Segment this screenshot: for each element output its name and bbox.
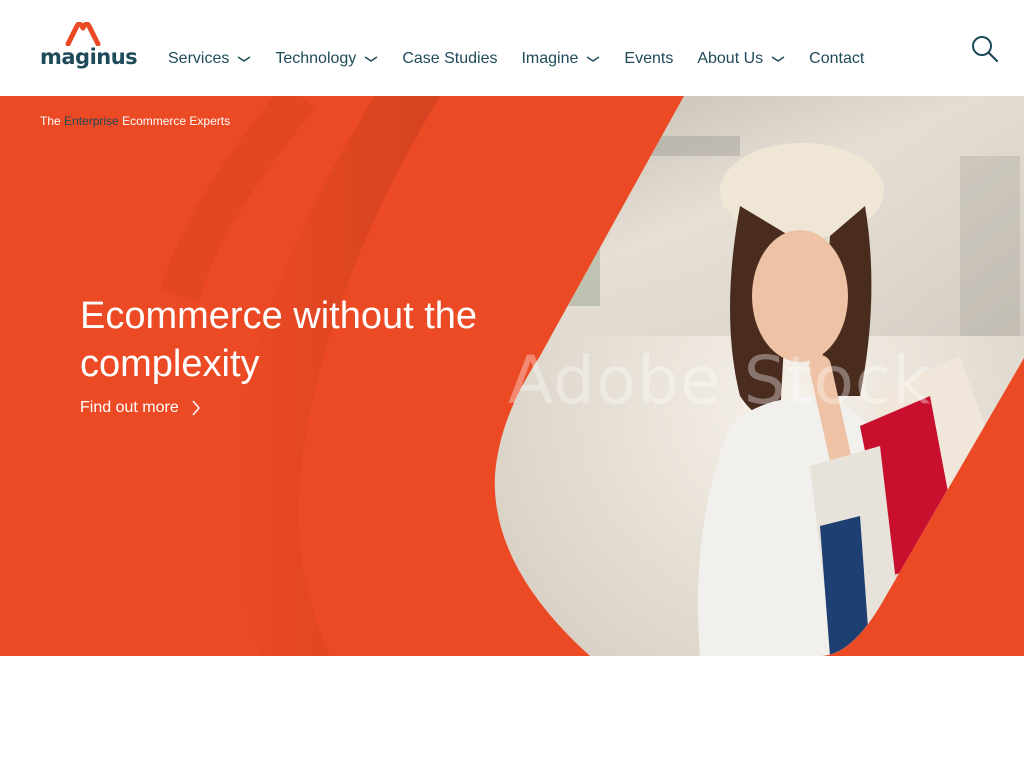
content-area — [0, 656, 1024, 768]
nav-item-technology[interactable]: Technology — [275, 50, 378, 68]
hero-headline: Ecommerce without the complexity — [80, 295, 478, 385]
tagline-post: Ecommerce Experts — [122, 114, 231, 128]
nav-item-events[interactable]: Events — [624, 50, 673, 68]
tagline-pre: The — [40, 114, 61, 128]
hero-tagline: The Enterprise Ecommerce Experts — [40, 114, 230, 128]
search-icon[interactable] — [970, 34, 1000, 64]
chevron-down-icon — [364, 56, 378, 62]
chevron-down-icon — [771, 56, 785, 62]
site-header: maginus Services Technology Case Studies… — [0, 0, 1024, 96]
chevron-down-icon — [586, 56, 600, 62]
nav-item-label: Case Studies — [402, 50, 498, 67]
nav-item-label: Services — [168, 50, 230, 67]
nav-item-about-us[interactable]: About Us — [697, 50, 785, 68]
nav-item-label: Events — [624, 50, 674, 67]
hero-banner: The Enterprise Ecommerce Experts Adobe S… — [0, 96, 1024, 656]
nav-item-contact[interactable]: Contact — [809, 50, 864, 68]
chevron-down-icon — [237, 56, 251, 62]
chevron-right-icon — [192, 400, 200, 416]
logo-mark-icon — [65, 22, 101, 46]
tagline-emphasis: Enterprise — [64, 114, 119, 128]
logo-wordmark: maginus — [40, 45, 138, 69]
stock-watermark: Adobe Stock — [508, 342, 932, 419]
nav-item-services[interactable]: Services — [168, 50, 251, 68]
nav-item-label: About Us — [697, 50, 764, 67]
main-nav: Services Technology Case Studies Imagine… — [168, 46, 888, 72]
find-out-more-link[interactable]: Find out more — [80, 399, 201, 417]
nav-item-label: Technology — [275, 50, 357, 67]
nav-item-label: Contact — [809, 50, 865, 67]
nav-item-label: Imagine — [521, 50, 579, 67]
nav-item-case-studies[interactable]: Case Studies — [402, 50, 497, 68]
nav-item-imagine[interactable]: Imagine — [521, 50, 600, 68]
cta-label: Find out more — [80, 399, 179, 416]
maginus-logo[interactable]: maginus — [40, 22, 138, 72]
